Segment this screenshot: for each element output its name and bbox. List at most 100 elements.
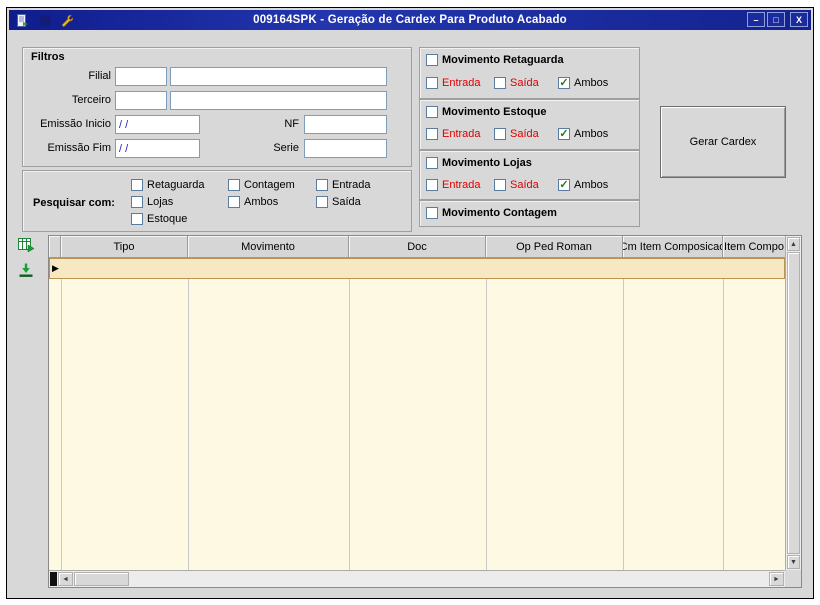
estoque-saida-checkbox[interactable]: Saída	[494, 127, 539, 141]
horizontal-scrollbar[interactable]: ◄ ►	[49, 570, 785, 587]
movimento-contagem-checkbox[interactable]: Movimento Contagem	[426, 206, 557, 220]
checkbox-box[interactable]	[426, 128, 438, 140]
data-grid: Tipo Movimento Doc Op Ped Roman Cm Item …	[48, 235, 802, 588]
column-header-tipo[interactable]: Tipo	[61, 236, 188, 258]
cell-doc	[350, 259, 487, 278]
filtros-caption: Filtros	[31, 51, 65, 63]
movimento-retaguarda-checkbox[interactable]: Movimento Retaguarda	[426, 53, 564, 67]
movimento-retaguarda-group: Movimento Retaguarda Entrada Saída ✓ Amb…	[419, 47, 640, 99]
retaguarda-saida-checkbox[interactable]: Saída	[494, 76, 539, 90]
retaguarda-entrada-checkbox[interactable]: Entrada	[426, 76, 481, 90]
checkbox-saida[interactable]: Saída	[316, 195, 361, 209]
checkbox-box[interactable]	[426, 106, 438, 118]
terceiro-code-input[interactable]	[115, 91, 167, 110]
column-header-op-ped-roman[interactable]: Op Ped Roman	[486, 236, 623, 258]
row-append-icon[interactable]	[17, 262, 35, 280]
checkbox-box[interactable]	[316, 179, 328, 191]
titlebar-icons	[15, 13, 74, 27]
nf-input[interactable]	[304, 115, 387, 134]
vertical-scroll-thumb[interactable]	[787, 252, 800, 554]
checkbox-box[interactable]	[494, 128, 506, 140]
filial-code-input[interactable]	[115, 67, 167, 86]
emissao-inicio-label: Emissão Inicio	[40, 118, 111, 130]
scroll-up-button[interactable]: ▲	[787, 237, 800, 251]
wrench-icon[interactable]	[59, 13, 74, 27]
grid-column-line	[623, 258, 624, 570]
column-header-movimento[interactable]: Movimento	[188, 236, 349, 258]
checkbox-box[interactable]	[426, 54, 438, 66]
nf-label: NF	[284, 118, 299, 130]
checkbox-contagem[interactable]: Contagem	[228, 178, 295, 192]
window-controls: – □ X	[747, 12, 808, 27]
form-icon[interactable]	[15, 13, 30, 27]
retaguarda-ambos-checkbox[interactable]: ✓ Ambos	[558, 76, 608, 90]
grid-column-line	[61, 258, 62, 570]
checkbox-box[interactable]	[494, 179, 506, 191]
column-header-cm-item-composicao[interactable]: Cm Item Composicao	[623, 236, 723, 258]
checkbox-box[interactable]	[131, 179, 143, 191]
cell-movimento	[189, 259, 350, 278]
checkbox-box[interactable]	[131, 196, 143, 208]
lojas-ambos-checkbox[interactable]: ✓ Ambos	[558, 178, 608, 192]
movimento-contagem-group: Movimento Contagem	[419, 200, 640, 227]
horizontal-scroll-thumb[interactable]	[74, 572, 129, 586]
serie-input[interactable]	[304, 139, 387, 158]
checkbox-box[interactable]	[316, 196, 328, 208]
grid-column-line	[188, 258, 189, 570]
window-title: 009164SPK - Geração de Cardex Para Produ…	[253, 14, 567, 26]
gerar-cardex-button[interactable]: Gerar Cardex	[660, 106, 786, 178]
checkbox-box[interactable]	[131, 213, 143, 225]
pesquisar-group: Pesquisar com: Retaguarda Contagem Entra…	[22, 170, 412, 232]
checkbox-estoque[interactable]: Estoque	[131, 212, 187, 226]
vertical-scrollbar[interactable]: ▲ ▼	[785, 236, 801, 570]
checkbox-box[interactable]	[494, 77, 506, 89]
scroll-right-button[interactable]: ►	[769, 572, 784, 586]
lojas-saida-checkbox[interactable]: Saída	[494, 178, 539, 192]
movimento-estoque-group: Movimento Estoque Entrada Saída ✓ Ambos	[419, 99, 640, 150]
filtros-group: Filtros Filial Terceiro Emissão Inicio N…	[22, 47, 412, 167]
table-row[interactable]: ▶	[49, 258, 785, 279]
checkbox-box[interactable]	[228, 179, 240, 191]
grid-column-line	[723, 258, 724, 570]
checkbox-retaguarda[interactable]: Retaguarda	[131, 178, 205, 192]
minimize-button[interactable]: –	[747, 12, 765, 27]
row-marker-icon: ▶	[52, 263, 59, 273]
maximize-button[interactable]: □	[767, 12, 785, 27]
grid-column-line	[349, 258, 350, 570]
lojas-entrada-checkbox[interactable]: Entrada	[426, 178, 481, 192]
app-window: 009164SPK - Geração de Cardex Para Produ…	[6, 7, 814, 599]
column-header-item-compo[interactable]: Item Compo	[723, 236, 785, 258]
column-header-doc[interactable]: Doc	[349, 236, 486, 258]
movimento-estoque-checkbox[interactable]: Movimento Estoque	[426, 105, 547, 119]
terceiro-desc-input[interactable]	[170, 91, 387, 110]
movimento-lojas-checkbox[interactable]: Movimento Lojas	[426, 156, 532, 170]
checkbox-box[interactable]	[426, 77, 438, 89]
grid-header: Tipo Movimento Doc Op Ped Roman Cm Item …	[49, 236, 785, 258]
filial-label: Filial	[88, 70, 111, 82]
checkbox-box[interactable]	[228, 196, 240, 208]
emissao-fim-label: Emissão Fim	[47, 142, 111, 154]
screen: 009164SPK - Geração de Cardex Para Produ…	[0, 0, 820, 605]
pesquisar-caption: Pesquisar com:	[33, 197, 115, 209]
checkbox-box[interactable]	[426, 207, 438, 219]
scroll-left-button[interactable]: ◄	[58, 572, 73, 586]
filial-desc-input[interactable]	[170, 67, 387, 86]
emissao-inicio-input[interactable]	[115, 115, 200, 134]
scroll-down-button[interactable]: ▼	[787, 555, 800, 569]
checkbox-box[interactable]	[426, 179, 438, 191]
emissao-fim-input[interactable]	[115, 139, 200, 158]
scrollbar-corner	[785, 570, 801, 587]
grid-export-icon[interactable]	[17, 236, 35, 254]
checkbox-box[interactable]: ✓	[558, 77, 570, 89]
checkbox-box[interactable]	[426, 157, 438, 169]
checkbox-entrada[interactable]: Entrada	[316, 178, 371, 192]
checkbox-lojas[interactable]: Lojas	[131, 195, 173, 209]
checkbox-ambos[interactable]: Ambos	[228, 195, 278, 209]
grid-body[interactable]: ▶	[49, 258, 785, 570]
estoque-ambos-checkbox[interactable]: ✓ Ambos	[558, 127, 608, 141]
app-icon[interactable]	[37, 13, 52, 27]
checkbox-box[interactable]: ✓	[558, 128, 570, 140]
estoque-entrada-checkbox[interactable]: Entrada	[426, 127, 481, 141]
close-button[interactable]: X	[790, 12, 808, 27]
checkbox-box[interactable]: ✓	[558, 179, 570, 191]
